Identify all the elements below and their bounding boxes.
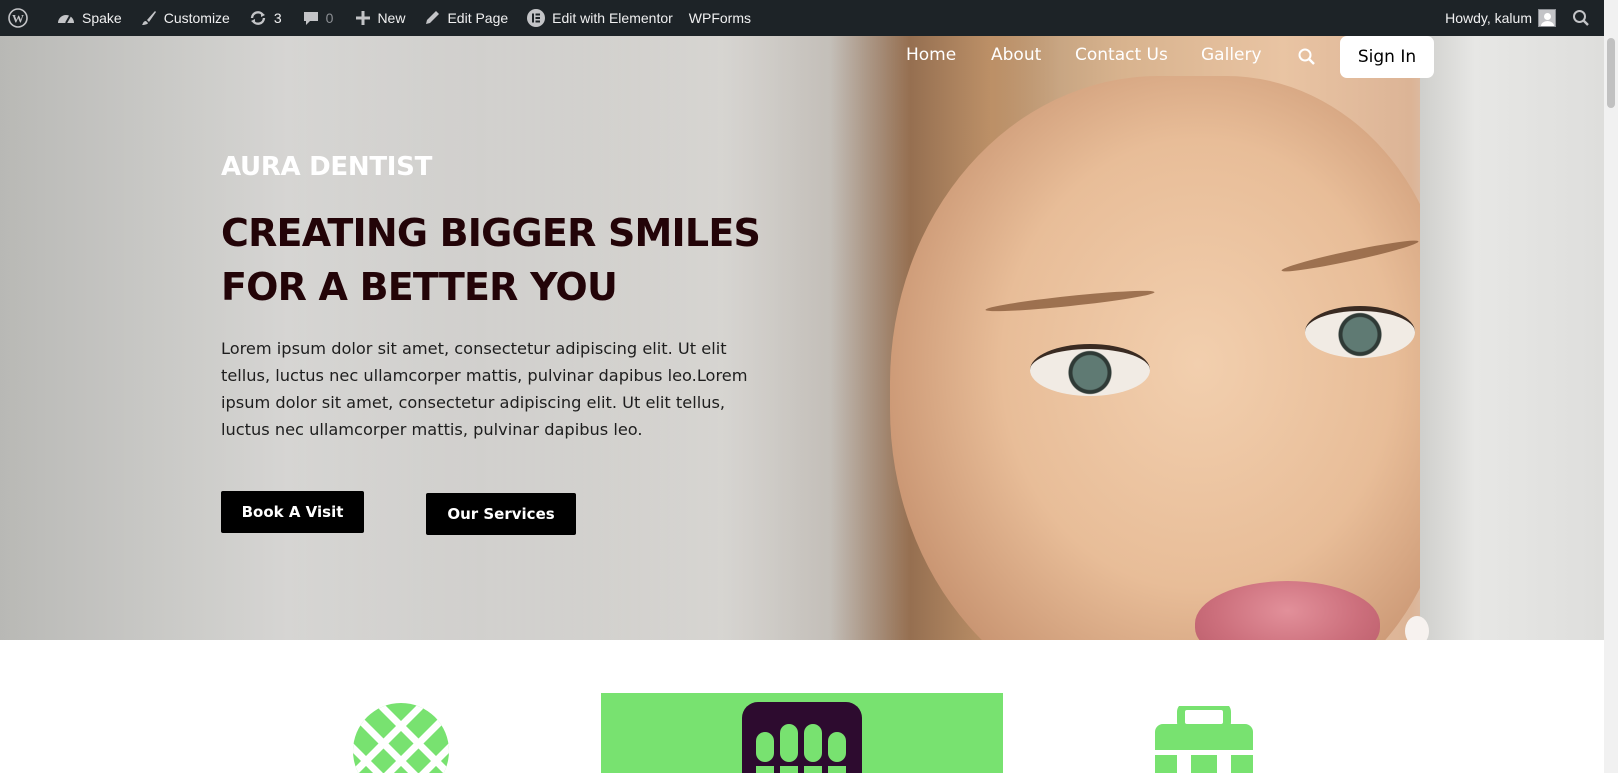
adminbar-right: Howdy, kalum [1437,0,1604,36]
nav-item-home[interactable]: Home [906,45,956,65]
edit-page-link[interactable]: Edit Page [413,0,516,36]
nav-item-about[interactable]: About [991,45,1041,65]
pencil-icon [426,11,440,24]
refresh-icon [250,11,266,25]
elementor-icon [527,9,546,27]
avatar [1538,9,1556,27]
hero-image-eye-right [1305,306,1415,358]
page-scrollbar[interactable] [1604,0,1618,773]
plus-icon [356,11,371,25]
hero-headline-line-2: FOR A BETTER YOU [221,265,618,309]
book-a-visit-button[interactable]: Book A Visit [221,491,364,533]
search-icon [1573,10,1589,26]
features-section [0,640,1604,773]
edit-with-elementor-link[interactable]: Edit with Elementor [516,0,681,36]
svg-text:W: W [12,12,24,26]
our-services-button[interactable]: Our Services [426,493,576,535]
nav-search-button[interactable] [1297,47,1317,71]
paintbrush-icon [141,11,156,25]
edit-with-elementor-label: Edit with Elementor [552,10,673,26]
wp-admin-bar: W Spake Customize 3 0 New Edit Page Edit… [0,0,1604,36]
scrollbar-thumb[interactable] [1607,38,1615,108]
nav-item-gallery[interactable]: Gallery [1201,45,1262,65]
hero-image-fingernail [1405,616,1429,640]
updates-count: 3 [273,10,282,26]
new-content-link[interactable]: New [341,0,413,36]
wpforms-link[interactable]: WPForms [681,0,759,36]
main-navigation: Home About Contact Us Gallery Sign In [0,36,1604,78]
comments-link[interactable]: 0 [290,0,342,36]
howdy-label: Howdy, kalum [1445,10,1532,26]
brand-title: AURA DENTIST [221,152,433,182]
updates-link[interactable]: 3 [238,0,290,36]
sign-in-button[interactable]: Sign In [1340,36,1434,78]
teeth-grid-icon [742,702,862,773]
hero-headline-line-1: CREATING BIGGER SMILES [221,211,761,255]
comment-icon [303,12,318,25]
hero-description: Lorem ipsum dolor sit amet, consectetur … [221,339,748,439]
customize-link[interactable]: Customize [130,0,238,36]
my-account-link[interactable]: Howdy, kalum [1437,0,1564,36]
site-name-link[interactable]: Spake [36,0,130,36]
new-label: New [377,10,406,26]
adminbar-search-button[interactable] [1564,0,1604,36]
wordpress-logo-icon[interactable]: W [0,0,36,36]
mesh-circle-icon [353,703,449,773]
edit-page-label: Edit Page [447,10,509,26]
dashboard-icon [58,15,74,24]
customize-label: Customize [163,10,230,26]
hero-image-face [890,76,1450,640]
comments-count: 0 [325,10,334,26]
hero-image-wall [1420,36,1604,640]
nav-item-contact-us[interactable]: Contact Us [1075,45,1168,65]
search-icon [1298,48,1315,65]
wpforms-label: WPForms [688,10,751,26]
medical-case-icon [1155,706,1253,773]
hero-image-eye-left [1030,344,1150,396]
hero-headline: CREATING BIGGER SMILES FOR A BETTER YOU [221,206,841,314]
site-name-label: Spake [82,10,122,26]
